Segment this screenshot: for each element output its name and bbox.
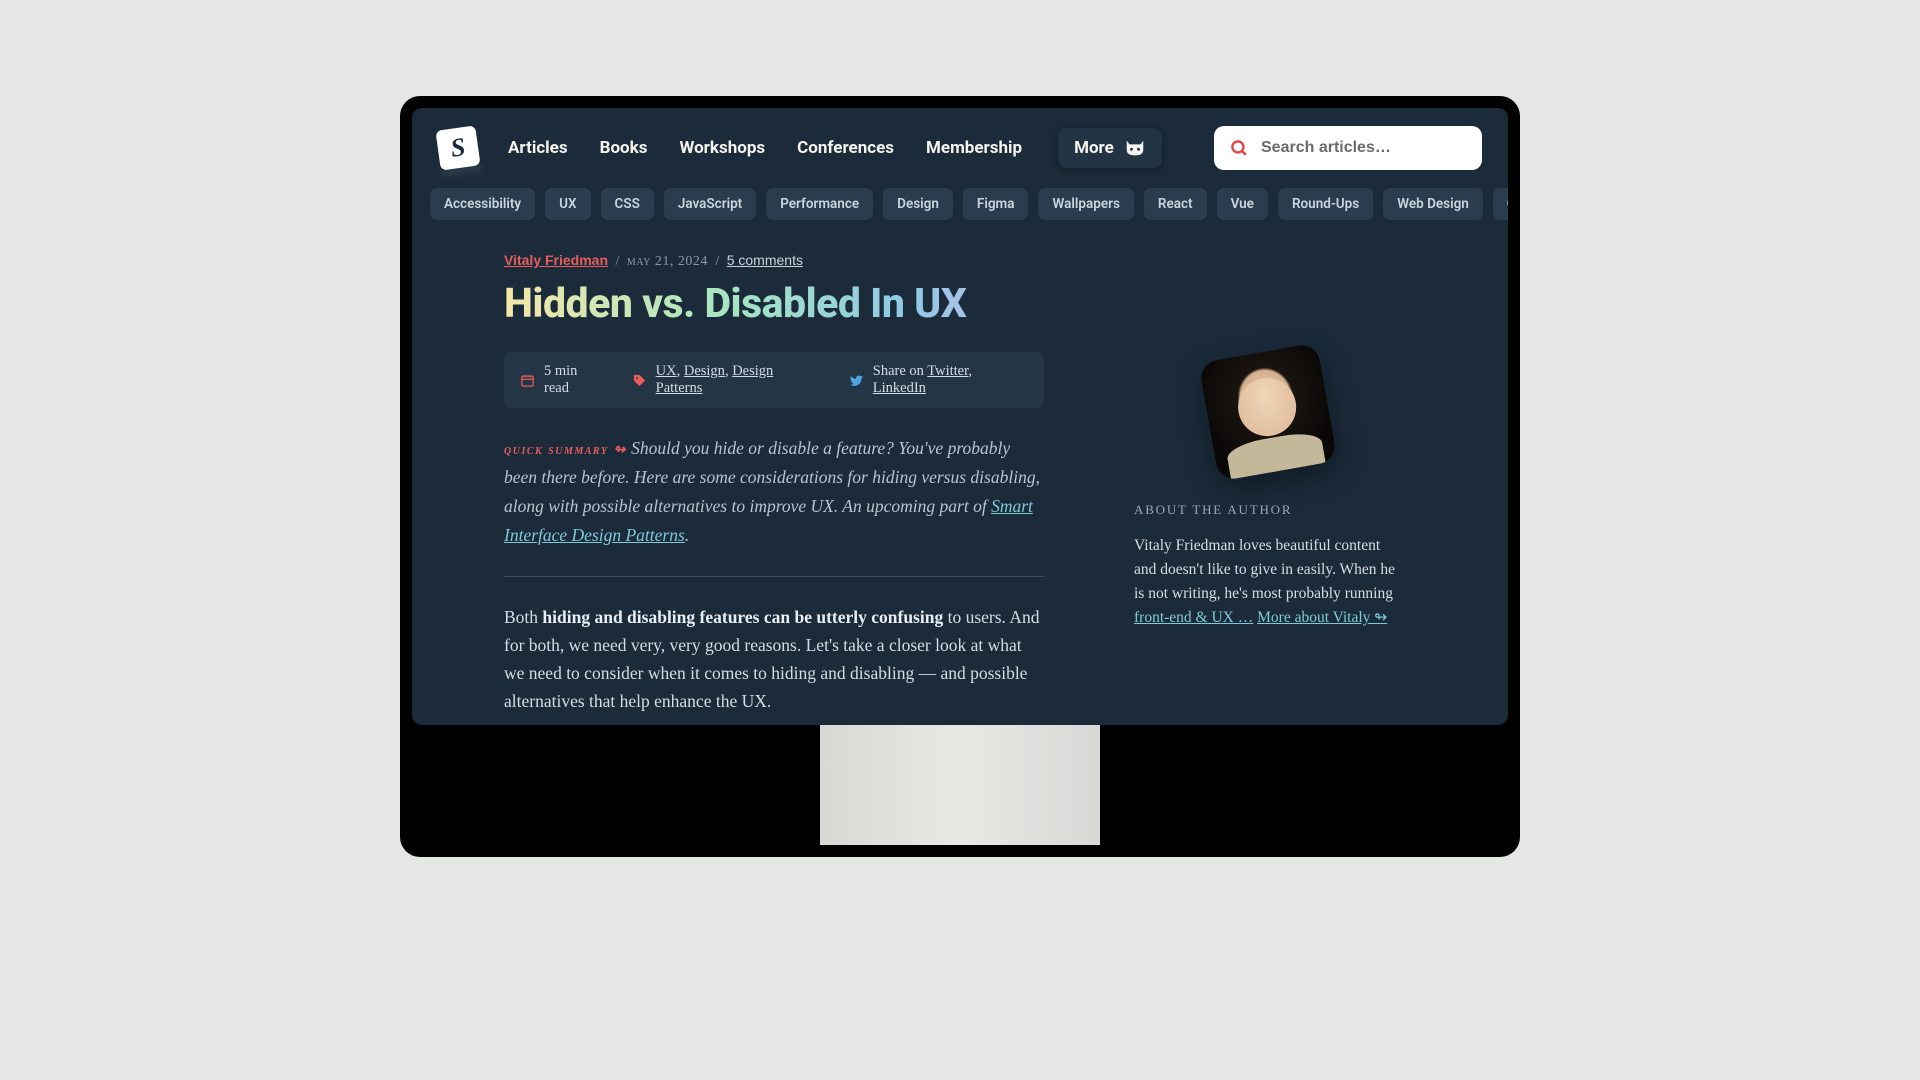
tag-webdesign[interactable]: Web Design: [1383, 188, 1483, 220]
nav-links: Articles Books Workshops Conferences Mem…: [508, 138, 1022, 158]
screen: S Articles Books Workshops Conferences M…: [412, 108, 1508, 725]
about-heading: ABOUT THE AUTHOR: [1134, 502, 1402, 518]
nav-workshops[interactable]: Workshops: [679, 138, 765, 158]
sidebar: ABOUT THE AUTHOR Vitaly Friedman loves b…: [1134, 252, 1402, 715]
nav-books[interactable]: Books: [600, 138, 648, 158]
cat-icon: [1124, 138, 1146, 158]
top-nav: S Articles Books Workshops Conferences M…: [412, 108, 1508, 180]
about-link-more[interactable]: More about Vitaly ↬: [1257, 609, 1387, 626]
tag-row: Accessibility UX CSS JavaScript Performa…: [412, 180, 1508, 236]
more-button[interactable]: More: [1058, 128, 1162, 168]
tag-performance[interactable]: Performance: [766, 188, 873, 220]
monitor-stand: [820, 725, 1100, 845]
divider: [504, 576, 1044, 577]
tag-guides[interactable]: Guides: [1493, 188, 1508, 220]
content-area: Vitaly Friedman / may 21, 2024 / 5 comme…: [412, 236, 1508, 715]
body-emphasis: hiding and disabling features can be utt…: [542, 607, 943, 627]
share: Share on Twitter, LinkedIn: [849, 363, 1028, 397]
share-twitter[interactable]: Twitter: [927, 363, 968, 379]
tag-javascript[interactable]: JavaScript: [664, 188, 756, 220]
author-avatar[interactable]: [1198, 342, 1337, 481]
about-link-frontend[interactable]: front-end & UX …: [1134, 609, 1253, 626]
article-date: may 21, 2024: [627, 254, 708, 269]
tag-figma[interactable]: Figma: [963, 188, 1029, 220]
nav-articles[interactable]: Articles: [508, 138, 568, 158]
tag-design[interactable]: Design: [883, 188, 953, 220]
tag-icon: [632, 373, 647, 388]
twitter-icon: [849, 373, 864, 388]
search-input[interactable]: [1261, 139, 1466, 157]
tag-accessibility[interactable]: Accessibility: [430, 188, 535, 220]
byline: Vitaly Friedman / may 21, 2024 / 5 comme…: [504, 252, 1044, 270]
share-label: Share on: [873, 363, 924, 379]
summary-label: quick summary ↬: [504, 443, 627, 458]
nav-conferences[interactable]: Conferences: [797, 138, 894, 158]
comments-link[interactable]: 5 comments: [727, 252, 803, 268]
article-title: Hidden vs. Disabled In UX: [504, 280, 1044, 328]
about-text: Vitaly Friedman loves beautiful content …: [1134, 534, 1402, 630]
read-time: 5 min read: [520, 363, 606, 397]
search-box[interactable]: [1214, 126, 1482, 170]
tag-react[interactable]: React: [1144, 188, 1207, 220]
share-linkedin[interactable]: LinkedIn: [873, 380, 926, 396]
body-paragraph: Both hiding and disabling features can b…: [504, 603, 1044, 715]
calendar-icon: [520, 373, 535, 388]
article-main: Vitaly Friedman / may 21, 2024 / 5 comme…: [504, 252, 1044, 715]
site-logo[interactable]: S: [435, 125, 480, 170]
nav-membership[interactable]: Membership: [926, 138, 1022, 158]
author-link[interactable]: Vitaly Friedman: [504, 252, 608, 268]
topics: UX, Design, Design Patterns: [632, 363, 823, 397]
monitor-frame: S Articles Books Workshops Conferences M…: [400, 96, 1520, 857]
search-icon: [1230, 139, 1249, 158]
read-time-text: 5 min read: [544, 363, 606, 397]
topic-design[interactable]: Design: [684, 363, 725, 379]
tag-ux[interactable]: UX: [545, 188, 590, 220]
topic-ux[interactable]: UX: [656, 363, 677, 379]
tag-css[interactable]: CSS: [601, 188, 654, 220]
quick-summary: quick summary ↬ Should you hide or disab…: [504, 434, 1044, 550]
tag-roundups[interactable]: Round-Ups: [1278, 188, 1373, 220]
meta-bar: 5 min read UX, Design, Design Patterns: [504, 352, 1044, 408]
tag-vue[interactable]: Vue: [1217, 188, 1268, 220]
tag-wallpapers[interactable]: Wallpapers: [1038, 188, 1133, 220]
more-label: More: [1074, 138, 1114, 158]
